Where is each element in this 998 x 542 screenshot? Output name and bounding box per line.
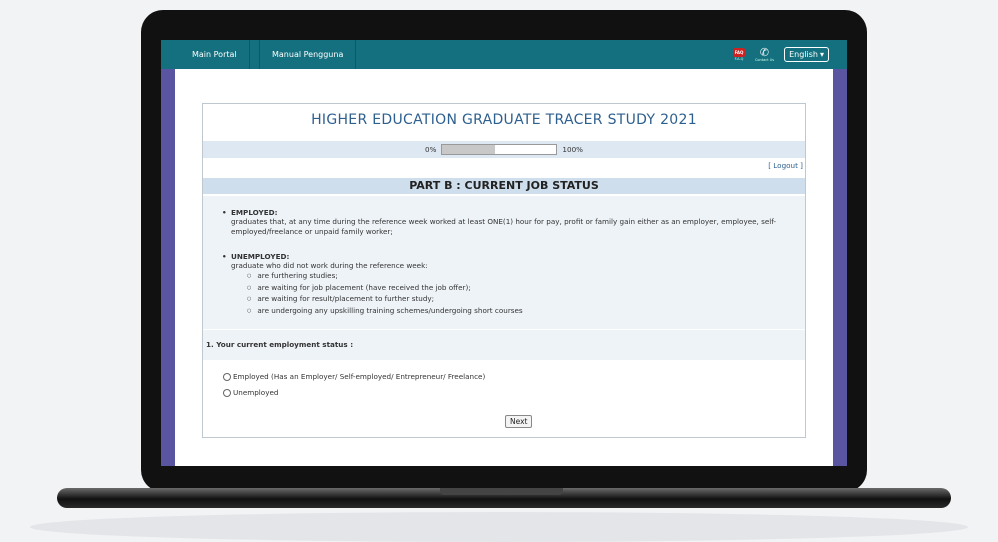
nav-main-portal[interactable]: Main Portal (180, 40, 250, 69)
laptop-shadow (30, 512, 968, 542)
option-unemployed[interactable]: Unemployed (223, 388, 278, 397)
radio-button-unemployed[interactable] (223, 388, 231, 397)
progress-bar (441, 144, 558, 155)
survey-card: HIGHER EDUCATION GRADUATE TRACER STUDY 2… (202, 103, 806, 438)
phone-icon: ✆ (759, 46, 770, 59)
question-label: 1. Your current employment status : (203, 330, 805, 360)
definition-text: graduates that, at any time during the r… (231, 217, 777, 236)
top-navigation-bar: Main Portal Manual Pengguna FAQ F.A.Q ✆ … (161, 40, 847, 69)
definition-text: graduate who did not work during the ref… (231, 261, 428, 270)
contact-label: Contact Us (754, 58, 775, 62)
progress-end-label: 100% (562, 145, 583, 154)
definitions-box: EMPLOYED: graduates that, at any time du… (203, 196, 805, 329)
list-item: are furthering studies; (247, 271, 791, 283)
progress-fill (442, 145, 495, 154)
list-item: are waiting for job placement (have rece… (247, 283, 791, 295)
list-item: are waiting for result/placement to furt… (247, 294, 791, 306)
laptop-screen: Main Portal Manual Pengguna FAQ F.A.Q ✆ … (161, 40, 847, 466)
nav-manual-pengguna[interactable]: Manual Pengguna (259, 40, 357, 69)
laptop-hinge-notch (440, 488, 563, 495)
option-label[interactable]: Unemployed (233, 388, 278, 397)
logout-link[interactable]: [ Logout ] (768, 161, 803, 170)
language-select[interactable]: English ▾ (784, 47, 829, 62)
radio-button-employed[interactable] (223, 372, 231, 381)
page-content: HIGHER EDUCATION GRADUATE TRACER STUDY 2… (175, 69, 833, 466)
survey-title: HIGHER EDUCATION GRADUATE TRACER STUDY 2… (311, 112, 697, 128)
progress-row: 0% 100% (203, 141, 805, 158)
unemployed-criteria-list: are furthering studies; are waiting for … (247, 271, 791, 317)
faq-icon: FAQ (732, 48, 745, 57)
progress-start-label: 0% (425, 145, 437, 154)
list-item: are undergoing any upskilling training s… (247, 306, 791, 318)
chevron-down-icon: ▾ (819, 50, 824, 59)
section-title: PART B : CURRENT JOB STATUS (203, 178, 805, 194)
option-label[interactable]: Employed (Has an Employer/ Self-employed… (233, 372, 485, 381)
contact-link[interactable]: ✆ Contact Us (755, 47, 774, 62)
definition-employed: EMPLOYED: graduates that, at any time du… (231, 208, 791, 237)
top-icons: FAQ F.A.Q ✆ Contact Us English ▾ (732, 40, 829, 69)
language-value: English (789, 50, 818, 59)
definition-unemployed: UNEMPLOYED: graduate who did not work du… (231, 252, 791, 317)
definition-term: UNEMPLOYED: (231, 252, 791, 261)
option-employed[interactable]: Employed (Has an Employer/ Self-employed… (223, 372, 485, 381)
definition-term: EMPLOYED: (231, 208, 791, 217)
faq-label: F.A.Q (734, 57, 744, 61)
next-button[interactable]: Next (505, 415, 533, 428)
faq-link[interactable]: FAQ F.A.Q (732, 48, 745, 61)
